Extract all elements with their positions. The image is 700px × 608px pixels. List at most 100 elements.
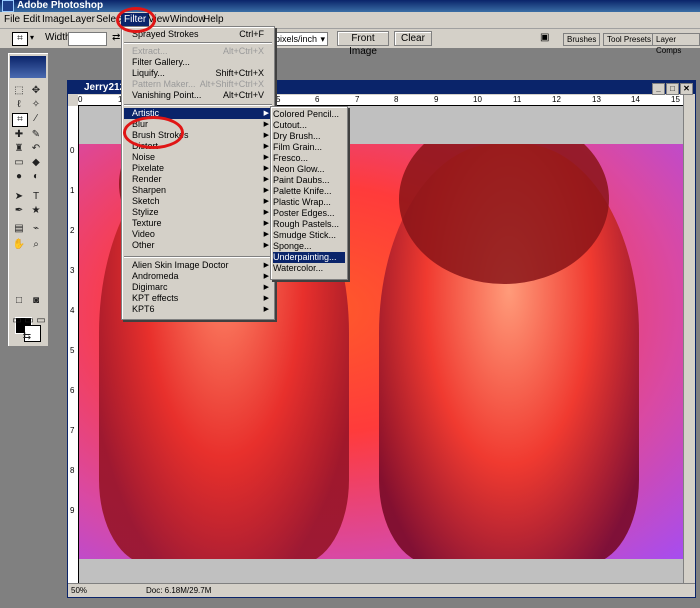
- blur-tool-icon[interactable]: ●: [12, 171, 26, 183]
- ruler-h-label: 8: [394, 95, 399, 104]
- status-bar: 50% Doc: 6.18M/29.7M: [68, 583, 695, 597]
- zoom-tool-icon[interactable]: ⌕: [29, 239, 43, 251]
- app-title-bar: Adobe Photoshop: [0, 0, 700, 12]
- menu-help[interactable]: Help: [200, 13, 227, 27]
- submenu-item-colored-pencil[interactable]: Colored Pencil...: [273, 109, 345, 120]
- submenu-item-smudge-stick[interactable]: Smudge Stick...: [273, 230, 345, 241]
- submenu-item-neon-glow[interactable]: Neon Glow...: [273, 164, 345, 175]
- imageready-icon[interactable]: ⇆: [20, 331, 34, 343]
- dodge-tool-icon[interactable]: ◐: [29, 171, 43, 183]
- quick-mask-icon[interactable]: ◙: [29, 295, 43, 307]
- eyedropper-icon[interactable]: ⌁: [29, 223, 43, 235]
- crop-tool-icon[interactable]: ⌗: [12, 32, 28, 46]
- eraser-tool-icon[interactable]: ▭: [12, 157, 26, 169]
- ruler-v-label: 4: [70, 306, 75, 315]
- submenu-item-film-grain[interactable]: Film Grain...: [273, 142, 345, 153]
- menu-item-sketch[interactable]: Sketch ▶: [124, 196, 272, 207]
- notes-tool-icon[interactable]: ▤: [12, 223, 26, 235]
- well-layer-comps[interactable]: Layer Comps: [652, 33, 700, 55]
- zoom-level[interactable]: 50%: [71, 584, 87, 597]
- submenu-item-underpainting[interactable]: Underpainting...: [273, 252, 345, 263]
- ruler-v-label: 7: [70, 426, 75, 435]
- path-selection-icon[interactable]: ➤: [12, 191, 26, 203]
- menu-item-kpt6[interactable]: KPT6 ▶: [124, 304, 272, 315]
- well-tool-presets[interactable]: Tool Presets: [603, 33, 656, 46]
- submenu-item-cutout[interactable]: Cutout...: [273, 120, 345, 131]
- submenu-item-fresco[interactable]: Fresco...: [273, 153, 345, 164]
- menu-item-other[interactable]: Other ▶: [124, 240, 272, 251]
- submenu-item-watercolor[interactable]: Watercolor...: [273, 263, 345, 274]
- screen-mode-3-icon[interactable]: ▭: [34, 315, 48, 327]
- menu-item-texture[interactable]: Texture ▶: [124, 218, 272, 229]
- type-tool-icon[interactable]: T: [29, 191, 43, 203]
- front-image-button[interactable]: Front Image: [337, 31, 389, 57]
- ruler-v-label: 0: [70, 146, 75, 155]
- slice-tool-icon[interactable]: ∕: [29, 113, 43, 125]
- filter-dropdown-menu: Sprayed Strokes Ctrl+F Extract... Alt+Ctrl…: [121, 26, 275, 320]
- submenu-item-paint-daubs[interactable]: Paint Daubs...: [273, 175, 345, 186]
- menu-item-andromeda[interactable]: Andromeda ▶: [124, 271, 272, 282]
- history-brush-icon[interactable]: ↶: [29, 143, 43, 155]
- submenu-item-dry-brush[interactable]: Dry Brush...: [273, 131, 345, 142]
- ruler-v-label: 8: [70, 466, 75, 475]
- ruler-h-label: 11: [513, 95, 522, 104]
- menu-separator: [124, 42, 272, 44]
- vertical-ruler: 0 1 2 3 4 5 6 7 8 9: [68, 106, 79, 583]
- pen-tool-icon[interactable]: ✒: [12, 205, 26, 217]
- submenu-item-palette-knife[interactable]: Palette Knife...: [273, 186, 345, 197]
- maximize-button[interactable]: □: [666, 83, 679, 95]
- annotation-circle-filter: [116, 7, 156, 33]
- artistic-submenu: Colored Pencil... Cutout... Dry Brush...…: [270, 106, 348, 280]
- standard-mode-icon[interactable]: □: [12, 295, 26, 307]
- doc-size: Doc: 6.18M/29.7M: [146, 586, 212, 595]
- menu-item-stylize[interactable]: Stylize ▶: [124, 207, 272, 218]
- move-tool-icon[interactable]: ✥: [29, 85, 43, 97]
- resolution-unit-select[interactable]: pixels/inch ▾: [272, 32, 328, 46]
- brush-tool-icon[interactable]: ✎: [29, 129, 43, 141]
- lasso-tool-icon[interactable]: ℓ: [12, 99, 26, 111]
- dropdown-arrow-icon[interactable]: ▾: [30, 33, 34, 42]
- feather-logo-icon: [10, 56, 46, 78]
- palette-well-icon[interactable]: ▣: [540, 32, 549, 43]
- submenu-item-poster-edges[interactable]: Poster Edges...: [273, 208, 345, 219]
- swap-icon[interactable]: ⇄: [112, 32, 120, 43]
- hand-tool-icon[interactable]: ✋: [12, 239, 26, 251]
- app-title: Adobe Photoshop: [17, 0, 104, 11]
- menu-item-liquify[interactable]: Liquify... Shift+Ctrl+X: [124, 68, 272, 79]
- vertical-scrollbar[interactable]: [683, 95, 695, 583]
- annotation-circle-brush-strokes: [123, 116, 184, 149]
- ruler-v-label: 5: [70, 346, 75, 355]
- menu-item-vanishing-point[interactable]: Vanishing Point... Alt+Ctrl+V: [124, 90, 272, 101]
- clear-button[interactable]: Clear: [394, 31, 432, 46]
- menu-item-filter-gallery[interactable]: Filter Gallery...: [124, 57, 272, 68]
- ruler-h-label: 14: [631, 95, 640, 104]
- ruler-h-label: 6: [315, 95, 320, 104]
- ruler-h-label: 0: [78, 95, 83, 104]
- menu-item-kpt-effects[interactable]: KPT effects ▶: [124, 293, 272, 304]
- menu-item-noise[interactable]: Noise ▶: [124, 152, 272, 163]
- menu-item-pixelate[interactable]: Pixelate ▶: [124, 163, 272, 174]
- shape-tool-icon[interactable]: ★: [29, 205, 43, 217]
- stamp-tool-icon[interactable]: ♜: [12, 143, 26, 155]
- magic-wand-icon[interactable]: ✧: [29, 99, 43, 111]
- ruler-h-label: 5: [276, 95, 281, 104]
- menu-item-video[interactable]: Video ▶: [124, 229, 272, 240]
- menu-item-alien-skin[interactable]: Alien Skin Image Doctor ▶: [124, 260, 272, 271]
- paint-bucket-icon[interactable]: ◆: [29, 157, 43, 169]
- ruler-v-label: 1: [70, 186, 75, 195]
- menu-item-extract: Extract... Alt+Ctrl+X: [132, 46, 264, 56]
- menu-item-sharpen[interactable]: Sharpen ▶: [124, 185, 272, 196]
- menu-item-digimarc[interactable]: Digimarc ▶: [124, 282, 272, 293]
- healing-brush-icon[interactable]: ✚: [12, 129, 26, 141]
- minimize-button[interactable]: _: [652, 83, 665, 95]
- submenu-item-sponge[interactable]: Sponge...: [273, 241, 345, 252]
- close-button[interactable]: ✕: [680, 83, 693, 95]
- submenu-item-rough-pastels[interactable]: Rough Pastels...: [273, 219, 345, 230]
- width-field[interactable]: [68, 32, 107, 46]
- menu-item-render[interactable]: Render ▶: [124, 174, 272, 185]
- well-brushes[interactable]: Brushes: [563, 33, 601, 46]
- submenu-item-plastic-wrap[interactable]: Plastic Wrap...: [273, 197, 345, 208]
- ruler-v-label: 6: [70, 386, 75, 395]
- marquee-tool-icon[interactable]: ⬚: [12, 85, 26, 97]
- crop-tool-icon-box[interactable]: ⌗: [12, 113, 28, 127]
